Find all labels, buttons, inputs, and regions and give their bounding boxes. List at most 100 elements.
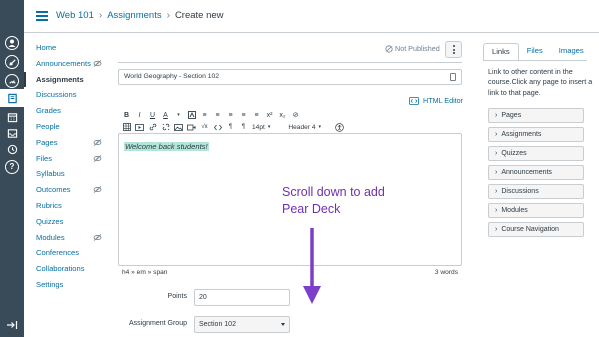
assignment-group-value: Section 102 <box>199 321 236 328</box>
course-nav-label: Rubrics <box>36 200 62 210</box>
accordion-label: Course Navigation <box>501 226 559 233</box>
course-nav-label: Syllabus <box>36 169 65 179</box>
breadcrumb-assignments-link[interactable]: Assignments <box>107 10 161 21</box>
admin-shield-icon[interactable] <box>5 55 19 69</box>
more-options-button[interactable] <box>445 41 462 58</box>
accordion-announcements[interactable]: › Announcements <box>488 165 584 180</box>
accessibility-icon[interactable] <box>335 122 344 132</box>
chevron-right-icon: › <box>495 226 498 233</box>
underline-button[interactable]: U <box>148 110 157 120</box>
background-color-button[interactable] <box>187 110 196 120</box>
superscript-button[interactable]: x² <box>265 110 274 120</box>
bold-button[interactable]: B <box>122 110 131 120</box>
toolbar-row-2: √x ¶ ¶ 14pt ▾ Header 4 ▾ <box>122 121 344 133</box>
align-right-button[interactable]: ≡ <box>226 110 235 120</box>
accordion-label: Quizzes <box>501 150 527 157</box>
course-nav-settings[interactable]: Settings <box>24 277 114 293</box>
tab-images[interactable]: Images <box>551 43 592 61</box>
block-format-select[interactable]: Header 4 ▾ <box>288 124 321 131</box>
link-icon[interactable] <box>148 122 157 132</box>
course-nav-label: Files <box>36 153 53 163</box>
numbered-list-button[interactable]: ≡ <box>252 110 261 120</box>
course-nav-syllabus[interactable]: Syllabus <box>24 166 114 182</box>
embed-icon[interactable] <box>213 122 222 132</box>
divider <box>118 62 462 63</box>
table-icon[interactable] <box>122 122 131 132</box>
record-media-icon[interactable] <box>187 122 196 132</box>
italic-button[interactable]: I <box>135 110 144 120</box>
divider <box>483 60 587 61</box>
html-editor-label: HTML Editor <box>423 96 464 105</box>
accordion-quizzes[interactable]: › Quizzes <box>488 146 584 161</box>
assignment-title-value: World Geography - Section 102 <box>124 73 220 80</box>
accordion-modules[interactable]: › Modules <box>488 203 584 218</box>
clear-formatting-button[interactable]: ⊘ <box>291 110 300 120</box>
collapse-nav-icon[interactable] <box>5 318 19 332</box>
accordion-course-navigation[interactable]: › Course Navigation <box>488 222 584 237</box>
calendar-icon[interactable] <box>5 110 19 124</box>
course-nav-pages[interactable]: Pages <box>24 135 114 151</box>
assignment-group-select[interactable]: Section 102 <box>194 316 290 333</box>
accordion-discussions[interactable]: › Discussions <box>488 184 584 199</box>
image-icon[interactable] <box>174 122 183 132</box>
assignment-title-input[interactable]: World Geography - Section 102 <box>118 69 462 85</box>
hidden-eye-icon <box>93 59 102 67</box>
dashboard-icon[interactable] <box>5 74 19 88</box>
help-icon[interactable]: ? <box>5 160 19 174</box>
align-left-button[interactable]: ≡ <box>200 110 209 120</box>
keyboard-shortcut-icon[interactable] <box>450 73 456 81</box>
user-icon[interactable] <box>5 36 19 50</box>
accordion-pages[interactable]: › Pages <box>488 108 584 123</box>
hamburger-menu-icon[interactable] <box>36 11 48 21</box>
rtl-icon[interactable]: ¶ <box>239 122 248 132</box>
points-input[interactable]: 20 <box>194 289 290 306</box>
text-color-button[interactable]: A <box>161 110 170 120</box>
tab-files[interactable]: Files <box>519 43 551 61</box>
course-nav-people[interactable]: People <box>24 119 114 135</box>
align-center-button[interactable]: ≡ <box>213 110 222 120</box>
element-path: h4 » em » span <box>122 269 168 276</box>
history-icon[interactable] <box>5 142 19 156</box>
subscript-button[interactable]: x₂ <box>278 110 287 120</box>
breadcrumb-course-link[interactable]: Web 101 <box>56 10 94 21</box>
word-count: 3 words <box>434 269 458 276</box>
courses-icon[interactable] <box>0 89 24 107</box>
equation-icon[interactable]: √x <box>200 122 209 132</box>
media-icon[interactable] <box>135 122 144 132</box>
course-nav-label: Home <box>36 43 57 52</box>
course-nav-quizzes[interactable]: Quizzes <box>24 214 114 230</box>
course-nav-home[interactable]: Home <box>24 40 114 56</box>
course-nav-conferences[interactable]: Conferences <box>24 245 114 261</box>
ltr-icon[interactable]: ¶ <box>226 122 235 132</box>
dropdown-caret-icon[interactable]: ▾ <box>174 110 183 120</box>
html-editor-toggle[interactable]: HTML Editor <box>409 96 463 105</box>
hidden-eye-icon <box>93 138 102 146</box>
course-nav-discussions[interactable]: Discussions <box>24 87 114 103</box>
course-nav-grades[interactable]: Grades <box>24 103 114 119</box>
accordion-label: Assignments <box>501 131 542 138</box>
chevron-down-icon: ▾ <box>318 124 322 130</box>
unlink-icon[interactable] <box>161 122 170 132</box>
course-nav-label: Modules <box>36 232 65 242</box>
font-size-select[interactable]: 14pt ▾ <box>252 124 270 131</box>
course-nav-label: Collaborations <box>36 264 85 274</box>
bullet-list-button[interactable]: ≡ <box>239 110 248 120</box>
course-nav-label: Outcomes <box>36 185 71 195</box>
course-nav-outcomes[interactable]: Outcomes <box>24 182 114 198</box>
tab-links[interactable]: Links <box>483 43 519 61</box>
editor-content-text[interactable]: Welcome back students! <box>124 142 209 151</box>
accordion-assignments[interactable]: › Assignments <box>488 127 584 142</box>
course-nav-announcements[interactable]: Announcements <box>24 56 114 72</box>
course-nav-assignments[interactable]: Assignments <box>24 71 114 88</box>
course-nav-rubrics[interactable]: Rubrics <box>24 198 114 214</box>
course-nav-files[interactable]: Files <box>24 151 114 167</box>
course-nav-label: Assignments <box>36 74 84 84</box>
global-nav: ? <box>0 0 24 337</box>
course-nav: Home Announcements Assignments Discussio… <box>24 40 114 293</box>
editor-status-bar: h4 » em » span 3 words <box>118 268 462 279</box>
accordion-label: Discussions <box>501 188 539 195</box>
course-nav-modules[interactable]: Modules <box>24 230 114 246</box>
accordion-label: Modules <box>501 207 528 214</box>
publish-status: Not Published <box>385 44 440 53</box>
course-nav-collaborations[interactable]: Collaborations <box>24 261 114 277</box>
